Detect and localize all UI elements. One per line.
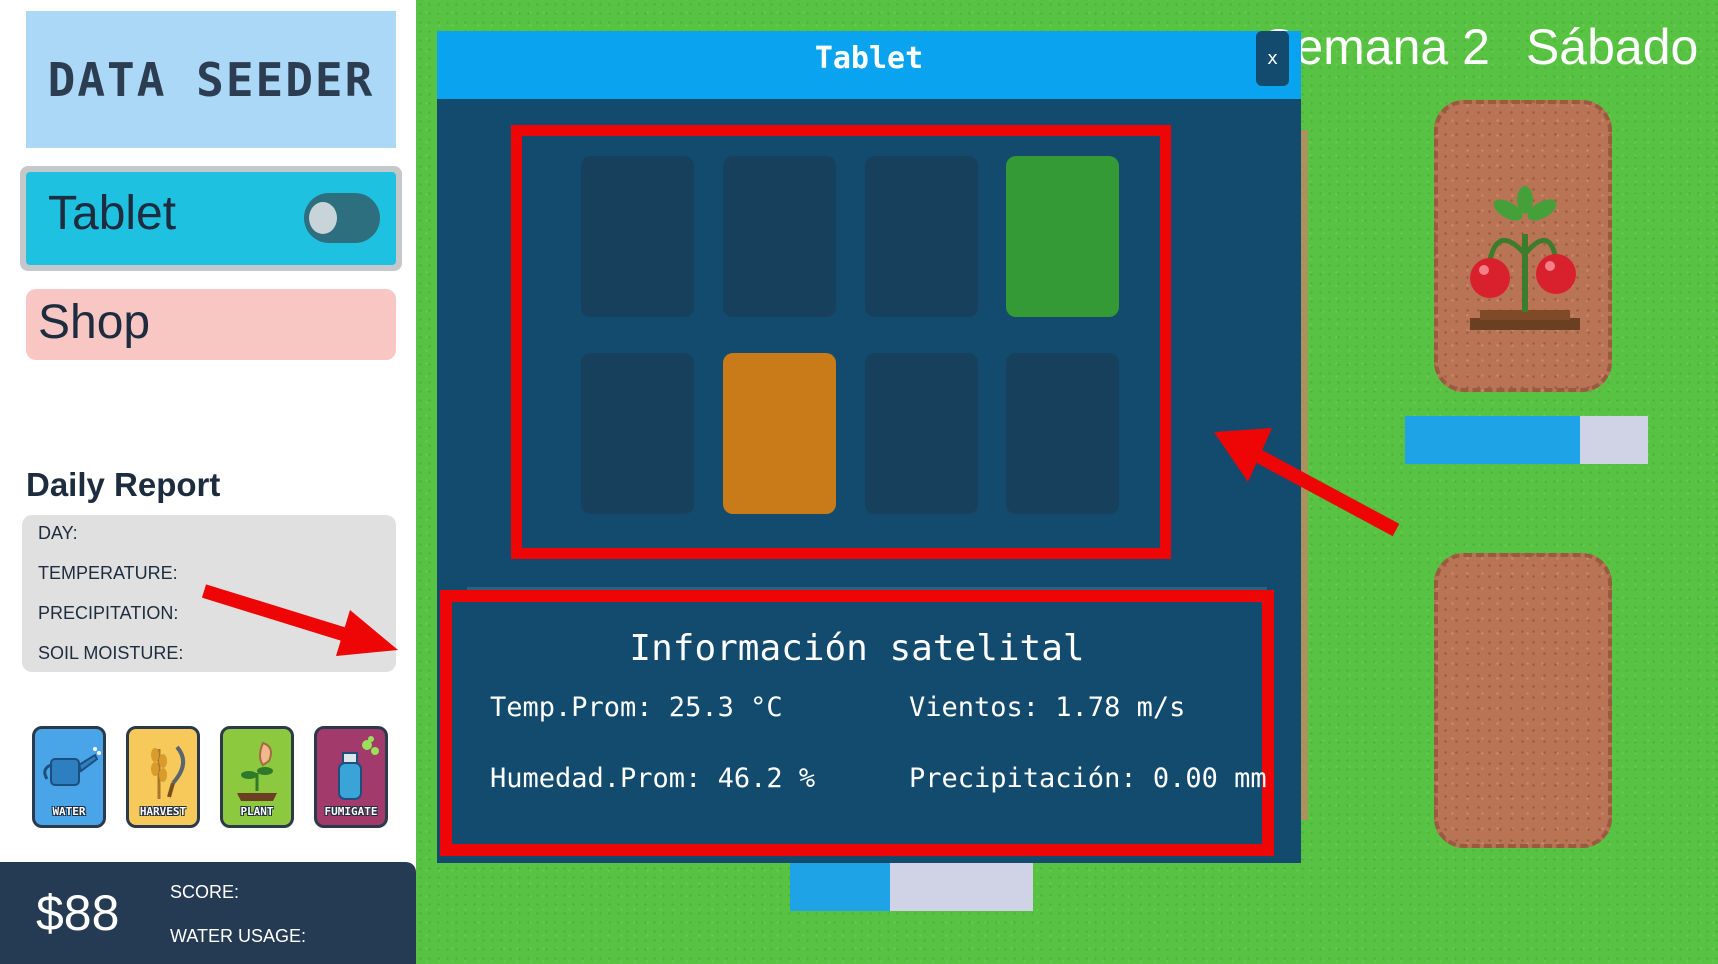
score-label: SCORE: <box>170 882 240 902</box>
crop-progress-fill-2 <box>790 862 890 911</box>
shop-button-label: Shop <box>38 296 151 349</box>
report-day-label: DAY: <box>38 523 78 543</box>
date-display: Semana 2 Sábado <box>1262 18 1718 76</box>
status-bar: $88 SCORE: WATER USAGE: <box>0 862 416 964</box>
report-soil-moisture-label: SOIL MOISTURE: <box>38 643 184 663</box>
tablet-button-label: Tablet <box>48 187 177 240</box>
toggle-knob <box>309 202 337 234</box>
water-tool-button[interactable]: WATER <box>32 726 106 828</box>
crop-progress-bar-1 <box>1405 416 1648 464</box>
fumigate-tool-label: FUMIGATE <box>324 805 378 818</box>
harvest-tool-button[interactable]: HARVEST <box>126 726 200 828</box>
satellite-info-title: Información satelital <box>629 628 1085 669</box>
day-label: Sábado <box>1525 19 1699 75</box>
tablet-modal-title: Tablet <box>814 41 924 76</box>
shop-button[interactable]: Shop <box>26 289 396 360</box>
harvest-tool-label: HARVEST <box>139 805 187 818</box>
precipitation: Precipitación: 0.00 mm <box>909 763 1267 794</box>
tablet-toggle-button[interactable]: Tablet <box>20 166 402 271</box>
plant-tool-label: PLANT <box>240 805 274 818</box>
water-usage-label: WATER USAGE: <box>170 926 307 946</box>
crop-progress-fill-1 <box>1405 416 1580 464</box>
wind-speed: Vientos: 1.78 m/s <box>909 692 1186 723</box>
tablet-modal-header: Tablet x <box>437 31 1301 99</box>
grid-highlight-box <box>511 125 1171 559</box>
report-temperature-label: TEMPERATURE: <box>38 563 178 583</box>
sidebar: DATA SEEDER Tablet Shop Daily Report DAY… <box>0 0 416 964</box>
water-tool-label: WATER <box>52 805 86 818</box>
avg-humidity: Humedad.Prom: 46.2 % <box>490 763 816 794</box>
app-logo: DATA SEEDER <box>26 11 396 148</box>
avg-temperature: Temp.Prom: 25.3 °C <box>490 692 783 723</box>
cherry-plant-icon <box>1470 186 1580 330</box>
report-precipitation-label: PRECIPITATION: <box>38 603 179 623</box>
close-button[interactable]: x <box>1256 31 1289 86</box>
satellite-info-panel: Información satelital Temp.Prom: 25.3 °C… <box>440 590 1274 856</box>
crop-progress-bar-2 <box>790 862 1033 911</box>
soil-plot-1[interactable] <box>1434 100 1612 392</box>
fumigate-tool-button[interactable]: FUMIGATE <box>314 726 388 828</box>
tablet-toggle-switch[interactable] <box>304 193 380 243</box>
daily-report-title: Daily Report <box>26 466 221 503</box>
tablet-button-face[interactable]: Tablet <box>26 172 396 265</box>
soil-plot-2[interactable] <box>1434 553 1612 848</box>
plant-tool-button[interactable]: PLANT <box>220 726 294 828</box>
daily-report-panel: DAY: TEMPERATURE: PRECIPITATION: SOIL MO… <box>22 515 396 672</box>
money-display: $88 <box>36 885 120 941</box>
